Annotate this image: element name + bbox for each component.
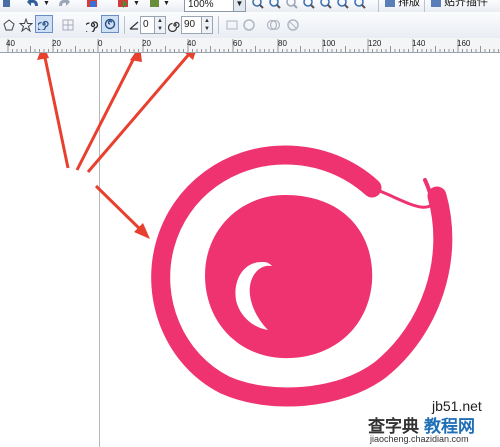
star-mode-icon[interactable] — [19, 18, 33, 32]
arrowhead-icon — [37, 53, 49, 60]
zoom-selected-icon[interactable] — [286, 0, 298, 9]
grid-paper-icon[interactable] — [62, 19, 74, 31]
property-bar: 0 ▲ ▼ 90 ▲ ▼ — [0, 12, 500, 39]
spiral-revolutions-value: 0 — [143, 19, 149, 30]
ruler-label: 20 — [142, 39, 151, 48]
ruler-label: 120 — [368, 39, 382, 48]
spin-up-icon[interactable]: ▲ — [202, 17, 212, 25]
import-icon[interactable] — [86, 0, 100, 10]
revolutions-spinner[interactable]: ▲ ▼ — [154, 17, 165, 33]
zoom-out-icon[interactable] — [269, 0, 281, 9]
ruler-label: 100 — [322, 39, 336, 48]
toolbar-separator — [124, 16, 125, 34]
arrow-to-revolutions — [75, 53, 139, 171]
ruler-label: 40 — [187, 39, 196, 48]
spin-down-icon[interactable]: ▼ — [155, 25, 165, 33]
arrange-button-label[interactable]: 排版 — [398, 0, 420, 8]
snap-plugin-icon[interactable] — [430, 0, 442, 9]
arrange-icon[interactable] — [384, 0, 396, 9]
application-launcher-icon[interactable] — [148, 0, 162, 10]
spiral-expansion-field[interactable]: 90 ▲ ▼ — [181, 16, 213, 34]
watermark: 查字典 教程网 jb51.net jiaocheng.chazidian.com — [368, 398, 500, 447]
arrow-to-expansion — [86, 53, 192, 173]
ruler-label: 20 — [52, 39, 61, 48]
watermark-url: jiaocheng.chazidian.com — [370, 434, 469, 444]
toolbar-separator — [378, 0, 379, 12]
spiral-expansion-value: 90 — [184, 19, 196, 30]
symmetric-spiral-icon[interactable] — [86, 18, 100, 32]
export-icon[interactable] — [117, 0, 131, 10]
polygon-mode-icon[interactable] — [3, 19, 15, 31]
watermark-domain: jb51.net — [432, 398, 482, 414]
ruler-label: 0 — [98, 39, 103, 48]
drawing-canvas[interactable] — [0, 53, 500, 447]
toolbar-separator — [424, 0, 425, 12]
spiral-tool-icon — [38, 20, 49, 30]
zoom-page-icon[interactable] — [320, 0, 332, 9]
zoom-dropdown-icon[interactable]: ▼ — [233, 0, 245, 11]
intersect-icon[interactable] — [286, 18, 300, 32]
ruler-label: 140 — [412, 39, 426, 48]
logarithmic-spiral-icon — [104, 18, 116, 30]
spiral-revolutions-field[interactable]: 0 ▲ ▼ — [140, 16, 166, 34]
ruler-label: 40 — [6, 39, 15, 48]
spin-up-icon[interactable]: ▲ — [155, 17, 165, 25]
weld-icon[interactable] — [242, 18, 256, 32]
undo-dropdown-icon[interactable]: ▼ — [43, 0, 50, 7]
zoom-height-icon[interactable] — [354, 0, 366, 9]
zoom-level-value: 100% — [188, 0, 214, 10]
arrow-to-spiral-tool — [42, 53, 70, 169]
snap-plugin-button-label[interactable]: 贴齐插件 — [444, 0, 488, 8]
horizontal-ruler[interactable]: 40 20 0 20 40 60 80 100 120 140 160 — [0, 38, 500, 53]
trim-icon[interactable] — [266, 18, 280, 32]
ruler-label: 80 — [278, 39, 287, 48]
zoom-level-combo[interactable]: 100% ▼ — [184, 0, 246, 12]
export-dropdown-icon[interactable]: ▼ — [133, 0, 140, 7]
options-icon[interactable] — [2, 0, 12, 9]
ruler-label: 160 — [457, 39, 471, 48]
spin-down-icon[interactable]: ▼ — [202, 25, 212, 33]
toolbar-separator — [218, 16, 219, 34]
revolutions-icon — [129, 21, 139, 30]
zoom-all-icon[interactable] — [303, 0, 315, 9]
zoom-in-icon[interactable] — [252, 0, 264, 9]
expansion-spinner[interactable]: ▲ ▼ — [201, 17, 212, 33]
launcher-dropdown-icon[interactable]: ▼ — [163, 0, 170, 7]
arrow-to-spiral — [94, 184, 147, 236]
expansion-icon — [168, 21, 180, 32]
spiral-inner-disc[interactable] — [205, 195, 373, 359]
wrap-text-icon[interactable] — [226, 19, 238, 31]
ruler-label: 60 — [233, 39, 242, 48]
redo-icon[interactable] — [55, 0, 71, 10]
undo-icon[interactable] — [26, 0, 42, 10]
zoom-width-icon[interactable] — [337, 0, 349, 9]
